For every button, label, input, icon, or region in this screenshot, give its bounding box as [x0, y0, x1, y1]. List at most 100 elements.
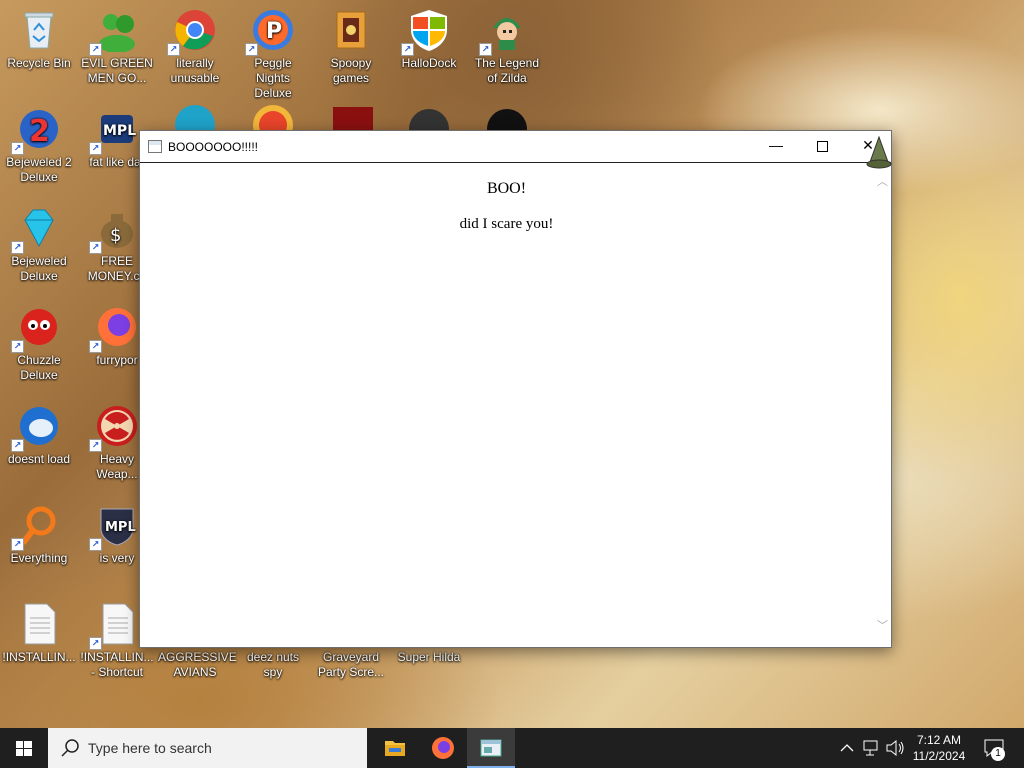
shortcut-arrow-icon: ↗ — [11, 439, 24, 452]
search-placeholder: Type here to search — [88, 740, 212, 756]
svg-text:MPL: MPL — [105, 520, 136, 535]
windows-logo-icon — [16, 741, 32, 756]
icon-label: Recycle Bin — [7, 56, 71, 70]
diamond-icon: ↗ — [11, 206, 61, 254]
desktop-icon-installing[interactable]: !INSTALLIN... — [0, 602, 78, 665]
icon-label: !INSTALLIN... — [2, 650, 76, 664]
desktop-icon-super-hilda[interactable]: Super Hilda — [390, 650, 468, 665]
desktop-icon-aggressive-avians[interactable]: AGGRESSIVE AVIANS — [156, 650, 237, 680]
desktop-icon-hallodock[interactable]: ↗ HalloDock — [390, 8, 468, 71]
taskbar-firefox[interactable] — [419, 728, 467, 768]
desktop-icon-deez-nuts-spy[interactable]: deez nuts spy — [234, 650, 312, 680]
shortcut-arrow-icon: ↗ — [11, 340, 24, 353]
windows-shield-icon: ↗ — [401, 8, 451, 56]
folder-icon — [385, 741, 405, 756]
zelda-icon: ↗ — [479, 8, 529, 56]
folder-games-icon — [329, 8, 373, 52]
tray-network-button[interactable] — [860, 728, 882, 768]
icon-label: The Legend of Zilda — [474, 56, 540, 85]
action-center-button[interactable]: 1 — [978, 728, 1018, 768]
chuzzle-icon: ↗ — [11, 305, 61, 353]
shortcut-arrow-icon: ↗ — [11, 142, 24, 155]
desktop-icon-bejeweled-deluxe[interactable]: ↗ Bejeweled Deluxe — [0, 206, 78, 284]
tray-volume-button[interactable] — [884, 728, 906, 768]
vertical-scrollbar[interactable]: ︿ ﹀ — [873, 163, 891, 647]
icon-label: Peggle Nights Deluxe — [254, 56, 292, 100]
scroll-up-icon[interactable]: ︿ — [877, 177, 888, 188]
boo-message: did I scare you! — [459, 216, 554, 232]
shortcut-arrow-icon: ↗ — [89, 637, 102, 650]
recycle-bin-icon — [17, 8, 61, 52]
boo-heading: BOO! — [486, 180, 527, 197]
shortcut-arrow-icon: ↗ — [89, 538, 102, 551]
shortcut-arrow-icon: ↗ — [245, 43, 258, 56]
shortcut-arrow-icon: ↗ — [401, 43, 414, 56]
minimize-button[interactable]: — — [753, 131, 799, 162]
shortcut-arrow-icon: ↗ — [167, 43, 180, 56]
desktop-icon-evil-green-men[interactable]: ↗ EVIL GREEN MEN GO... — [78, 8, 156, 86]
desktop-icon-legend-of-zilda[interactable]: ↗ The Legend of Zilda — [468, 8, 546, 86]
icon-label: Chuzzle Deluxe — [17, 353, 61, 382]
radiation-icon: ↗ — [89, 404, 139, 452]
desktop-icon-chuzzle[interactable]: ↗ Chuzzle Deluxe — [0, 305, 78, 383]
taskbar-boo-window[interactable] — [467, 728, 515, 768]
window-title: BOOOOOOO!!!!! — [168, 140, 259, 154]
clock-date: 11/2/2024 — [912, 749, 966, 763]
svg-text:MPL: MPL — [103, 123, 136, 139]
taskbar-file-explorer[interactable] — [371, 728, 419, 768]
desktop-icon-bejeweled2[interactable]: 2 ↗ Bejeweled 2 Deluxe — [0, 107, 78, 185]
desktop-icon-spoopy-games[interactable]: Spoopy games — [312, 8, 390, 86]
desktop-icon-recycle-bin[interactable]: Recycle Bin — [0, 8, 78, 71]
clock-time: 7:12 AM — [916, 733, 962, 747]
window-app-icon — [148, 140, 162, 153]
shortcut-arrow-icon: ↗ — [89, 241, 102, 254]
taskbar: Type here to search 7:12 AM 11/2/2024 1 — [0, 728, 1024, 768]
desktop-icon-peggle[interactable]: P ↗ Peggle Nights Deluxe — [234, 8, 312, 101]
icon-label: Spoopy games — [330, 56, 372, 85]
bejeweled2-icon: 2 ↗ — [11, 107, 61, 155]
search-icon — [61, 739, 79, 757]
notification-badge: 1 — [991, 747, 1005, 761]
witch-hat-cursor-icon — [866, 135, 892, 170]
icon-label: Bejeweled 2 Deluxe — [6, 155, 72, 184]
green-men-icon: ↗ — [89, 8, 139, 56]
desktop-icon-doesnt-load[interactable]: ↗ doesnt load — [0, 404, 78, 467]
mpl-icon: MPL ↗ — [89, 107, 139, 155]
scroll-down-icon[interactable]: ﹀ — [877, 621, 888, 632]
shortcut-arrow-icon: ↗ — [89, 340, 102, 353]
maximize-icon — [816, 140, 828, 152]
tray-overflow-button[interactable] — [838, 728, 856, 768]
taskbar-clock[interactable]: 7:12 AM 11/2/2024 — [906, 732, 972, 764]
desktop-icon-graveyard-party[interactable]: Graveyard Party Scre... — [312, 650, 390, 680]
thunderbird-icon: ↗ — [11, 404, 61, 452]
firefox-icon: ↗ — [89, 305, 139, 353]
icon-label: literally unusable — [170, 56, 220, 85]
shortcut-arrow-icon: ↗ — [89, 142, 102, 155]
chevron-up-icon — [840, 744, 854, 752]
search-box[interactable]: Type here to search — [48, 728, 367, 768]
window-titlebar[interactable]: BOOOOOOO!!!!! — ✕ — [140, 131, 891, 163]
mpl-shield-icon: MPL ↗ — [89, 503, 139, 551]
icon-label: Everything — [10, 551, 68, 565]
svg-text:$: $ — [110, 225, 121, 246]
boo-window: BOOOOOOO!!!!! — ✕ BOO! did I scare you! … — [139, 130, 892, 648]
chrome-icon: ↗ — [167, 8, 217, 56]
icon-label: Graveyard Party Scre... — [317, 650, 385, 679]
money-bag-icon: $ ↗ — [89, 206, 139, 254]
shortcut-arrow-icon: ↗ — [11, 538, 24, 551]
icon-label: deez nuts spy — [246, 650, 300, 679]
text-file-icon — [17, 602, 61, 646]
icon-label: doesnt load — [7, 452, 71, 466]
desktop-icon-everything[interactable]: ↗ Everything — [0, 503, 78, 566]
icon-label: !INSTALLIN... - Shortcut — [80, 650, 154, 679]
icon-label: EVIL GREEN MEN GO... — [81, 56, 153, 85]
window-content: BOO! did I scare you! — [140, 163, 873, 647]
shortcut-arrow-icon: ↗ — [11, 241, 24, 254]
text-file-icon: ↗ — [89, 602, 139, 650]
maximize-button[interactable] — [799, 131, 845, 162]
desktop-icon-literally-unusable[interactable]: ↗ literally unusable — [156, 8, 234, 86]
start-button[interactable] — [0, 728, 48, 768]
shortcut-arrow-icon: ↗ — [89, 439, 102, 452]
peggle-icon: P ↗ — [245, 8, 295, 56]
svg-text:P: P — [266, 19, 282, 44]
